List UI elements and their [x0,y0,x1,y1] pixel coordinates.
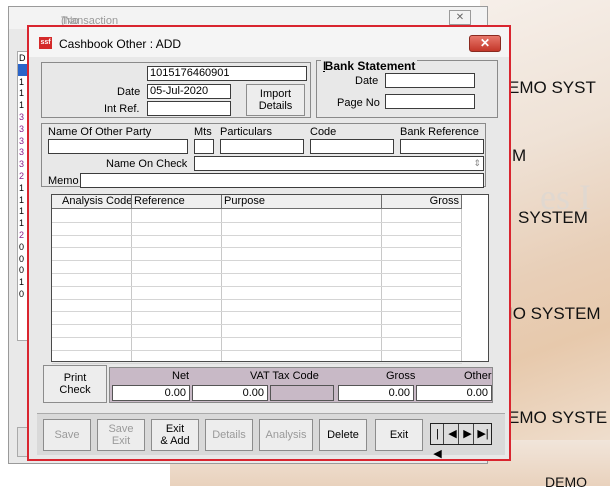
bank-reference-label: Bank Reference [400,126,479,138]
column-header-gross[interactable]: Gross [382,195,462,209]
print-check-button[interactable]: Print Check [43,365,107,403]
demo-text: DEMO [545,474,587,490]
mts-label: Mts [194,126,212,138]
window-titlebar: ssf Cashbook Other : ADD ✕ [29,27,509,57]
name-of-other-party-field[interactable] [48,139,188,154]
table-row[interactable] [52,298,462,300]
delete-button[interactable]: Delete [319,419,367,451]
table-row[interactable] [52,324,462,326]
code-field[interactable] [310,139,394,154]
int-ref-field[interactable] [147,101,231,116]
previous-record-icon[interactable]: ◀ [447,424,459,444]
vat-tax-code-label: VAT Tax Code [250,370,319,382]
net-field[interactable]: 0.00 [112,385,190,401]
bank-date-field[interactable] [385,73,475,88]
int-ref-label: Int Ref. [104,103,140,115]
save-exit-button[interactable]: Save Exit [97,419,145,451]
close-button[interactable]: ✕ [469,35,501,52]
date-field[interactable]: 05-Jul-2020 [147,84,231,99]
table-row[interactable] [52,337,462,338]
spin-icon[interactable]: ⇕ [473,157,481,170]
app-logo-icon: ssf [39,37,52,49]
record-navigation: |◀ ◀ ▶ ▶| [430,423,492,460]
demo-text: M [512,146,527,165]
table-row[interactable] [52,247,462,249]
first-record-icon[interactable]: |◀ [432,424,444,460]
table-row[interactable] [52,349,462,351]
header-panel: 1015176460901 Date 05-Jul-2020 Int Ref. … [41,62,311,118]
details-label: Details [212,429,246,441]
exit-add-label-2: & Add [160,435,190,447]
column-header-analysis-code[interactable]: Analysis Code [52,195,132,209]
grid-header: Analysis Code Reference Purpose Gross [52,195,462,209]
table-row[interactable] [52,311,462,313]
code-label: Code [310,126,337,138]
memo-label: Memo [48,175,79,187]
bank-statement-title-text: Bank Statement [324,59,416,73]
column-header-purpose[interactable]: Purpose [222,195,382,209]
party-panel: Name Of Other Party Mts Particulars Code… [41,123,486,188]
save-label: Save [54,429,80,441]
gross-label: Gross [386,370,416,382]
print-label: Print [63,372,87,384]
memo-field[interactable] [80,173,484,188]
details-label: Details [258,100,293,112]
other-field[interactable]: 0.00 [416,385,492,401]
demo-text: SYSTEM [518,208,588,227]
analysis-label: Analysis [265,429,307,441]
column-header-reference[interactable]: Reference [132,195,222,209]
name-on-check-field[interactable]: ⇕ [194,156,484,171]
table-row[interactable] [52,362,462,364]
import-details-button[interactable]: Import Details [246,84,305,116]
details-button[interactable]: Details [205,419,253,451]
page-no-label: Page No [337,97,380,109]
exit-add-button[interactable]: Exit & Add [151,419,199,451]
background-close-button[interactable]: ✕ [449,10,471,25]
last-record-icon[interactable]: ▶| [477,424,489,444]
next-record-icon[interactable]: ▶ [462,424,474,444]
demo-text: EMO SYST [508,78,596,97]
save-exit-label-2: Exit [111,435,131,447]
gross-field[interactable]: 0.00 [338,385,414,401]
net-label: Net [172,370,190,382]
other-label: Other [464,370,492,382]
cashbook-other-window: ssf Cashbook Other : ADD ✕ 1015176460901… [27,25,511,461]
save-button[interactable]: Save [43,419,91,451]
table-row[interactable] [52,273,462,274]
bank-statement-panel: BBank Statement Date Page No [316,59,498,118]
vat-field[interactable]: 0.00 [192,385,268,401]
vat-tax-code-field [270,385,334,401]
table-row[interactable] [52,285,462,287]
demo-text: IO SYSTEM [508,304,601,323]
exit-label: Exit [389,429,409,441]
page-no-field[interactable] [385,94,475,109]
date-label: Date [117,86,141,98]
import-label: Import [259,88,292,100]
bank-reference-field[interactable] [400,139,484,154]
particulars-field[interactable] [220,139,304,154]
exit-button[interactable]: Exit [375,419,423,451]
table-row[interactable] [52,221,462,223]
analysis-grid[interactable]: Analysis Code Reference Purpose Gross [51,194,489,364]
bank-statement-title: BBank Statement [321,59,418,73]
window-title: Cashbook Other : ADD [59,37,182,51]
delete-label: Delete [327,429,359,441]
save-exit-label-1: Save [108,423,134,435]
demo-text: EMO SYSTE [508,408,608,427]
table-row[interactable] [52,234,462,236]
totals-panel: Net 0.00 VAT Tax Code 0.00 Gross 0.00 Ot… [109,367,493,403]
account-number-field[interactable]: 1015176460901 [147,66,307,81]
name-on-check-label: Name On Check [106,158,188,170]
bank-date-label: Date [355,75,379,87]
particulars-label: Particulars [220,126,272,138]
table-row[interactable] [52,260,462,262]
mts-field[interactable] [194,139,214,154]
exit-add-label-1: Exit [165,423,185,435]
analysis-button[interactable]: Analysis [259,419,313,451]
name-of-other-party-label: Name Of Other Party [48,126,152,138]
check-label: Check [59,384,91,396]
